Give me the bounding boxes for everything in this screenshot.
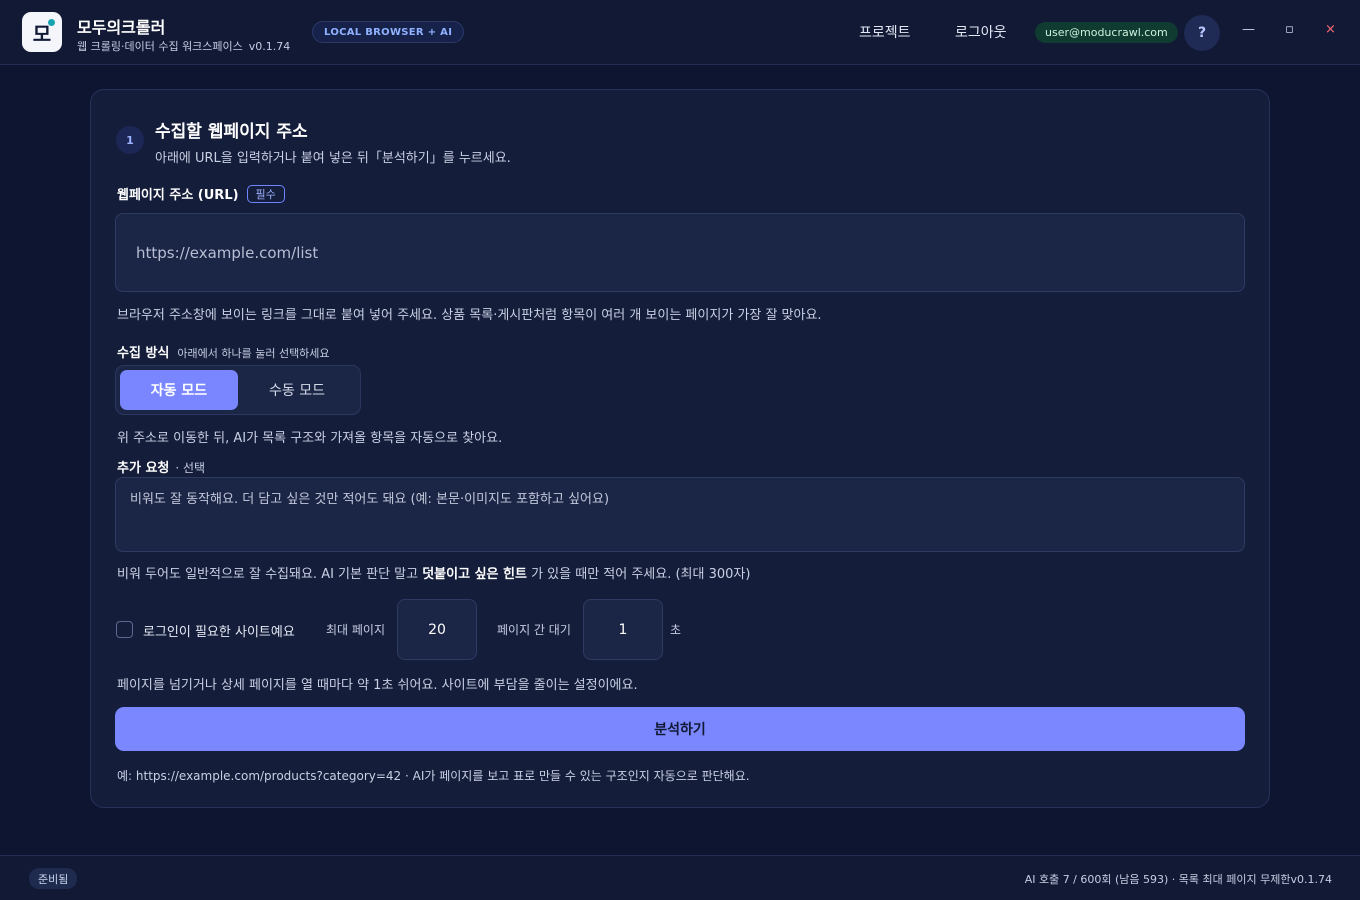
nav-logout-link[interactable]: 로그아웃 (955, 22, 1007, 42)
section-title: 수집할 웹페이지 주소 (155, 122, 308, 142)
app-header: 모 모두의크롤러 웹 크롤링·데이터 수집 워크스페이스 v0.1.74 LOCA… (0, 0, 1360, 65)
extra-request-label: 추가 요청 (117, 461, 170, 476)
extra-request-hint: 비워 두어도 일반적으로 잘 수집돼요. AI 기본 판단 말고 덧붙이고 싶은… (117, 563, 750, 582)
hint-before: 비워 두어도 일반적으로 잘 수집돼요. AI 기본 판단 말고 (117, 567, 423, 582)
app-subtitle: 웹 크롤링·데이터 수집 워크스페이스 v0.1.74 (77, 38, 290, 54)
url-input[interactable] (115, 213, 1245, 292)
help-button[interactable]: ? (1184, 15, 1220, 51)
close-icon[interactable]: × (1325, 22, 1336, 37)
nav-projects-link[interactable]: 프로젝트 (859, 22, 911, 42)
url-label: 웹페이지 주소 (URL) (117, 188, 239, 203)
extra-request-label-row: 추가 요청 · 선택 (117, 457, 205, 476)
hint-strong: 덧붙이고 싶은 힌트 (422, 567, 527, 582)
app-title: 모두의크롤러 (77, 18, 166, 37)
optional-tag: · 선택 (175, 461, 206, 475)
method-toggle-group: 자동 모드 수동 모드 (115, 365, 361, 415)
section-description: 아래에 URL을 입력하거나 붙여 넣은 뒤「분석하기」를 누르세요. (155, 151, 511, 166)
delay-unit: 초 (670, 623, 682, 637)
status-badge: 준비됨 (29, 868, 78, 889)
example-text: 예: https://example.com/products?category… (117, 769, 750, 783)
user-email-badge: user@moducrawl.com (1035, 22, 1178, 43)
auto-mode-button[interactable]: 자동 모드 (120, 370, 238, 410)
method-help-text: 위 주소로 이동한 뒤, AI가 목록 구조와 가져올 항목을 자동으로 찾아요… (117, 431, 503, 446)
max-pages-input[interactable] (397, 599, 477, 660)
maximize-icon[interactable]: ▫ (1285, 22, 1294, 37)
hint-after: 가 있을 때만 적어 주세요. (최대 300자) (526, 567, 751, 582)
step-number-badge: 1 (116, 126, 144, 154)
minimize-icon[interactable]: — (1242, 22, 1255, 37)
url-help-text: 브라우저 주소창에 보이는 링크를 그대로 붙여 넣어 주세요. 상품 목록·게… (117, 308, 822, 323)
manual-mode-button[interactable]: 수동 모드 (238, 370, 356, 410)
required-badge: 필수 (246, 184, 285, 203)
app-logo: 모 (22, 12, 62, 52)
logo-dot-icon (48, 19, 55, 26)
app-subtitle-text: 웹 크롤링·데이터 수집 워크스페이스 (77, 40, 243, 53)
method-label: 수집 방식 (117, 346, 170, 361)
url-input-card: 1 수집할 웹페이지 주소 아래에 URL을 입력하거나 붙여 넣은 뒤「분석하… (90, 89, 1270, 808)
delay-label: 페이지 간 대기 (497, 623, 571, 637)
app-version: v0.1.74 (248, 40, 291, 53)
login-required-checkbox[interactable] (116, 621, 133, 638)
extra-request-textarea[interactable] (115, 477, 1245, 552)
usage-info: AI 호출 7 / 600회 (남음 593) · 목록 최대 페이지 무제한v… (1024, 873, 1332, 886)
method-label-row: 수집 방식 아래에서 하나를 눌러 선택하세요 (117, 342, 330, 361)
max-pages-label: 최대 페이지 (326, 623, 386, 637)
login-required-label[interactable]: 로그인이 필요한 사이트예요 (143, 621, 295, 640)
delay-help-text: 페이지를 넘기거나 상세 페이지를 열 때마다 약 1초 쉬어요. 사이트에 부… (117, 678, 638, 693)
status-bar: 준비됨 AI 호출 7 / 600회 (남음 593) · 목록 최대 페이지 … (0, 855, 1360, 900)
analyze-button[interactable]: 분석하기 (115, 707, 1245, 751)
method-sublabel: 아래에서 하나를 눌러 선택하세요 (177, 347, 330, 360)
delay-input[interactable] (583, 599, 663, 660)
url-label-row: 웹페이지 주소 (URL) 필수 (117, 184, 285, 203)
mode-badge: LOCAL BROWSER + AI (312, 21, 465, 43)
